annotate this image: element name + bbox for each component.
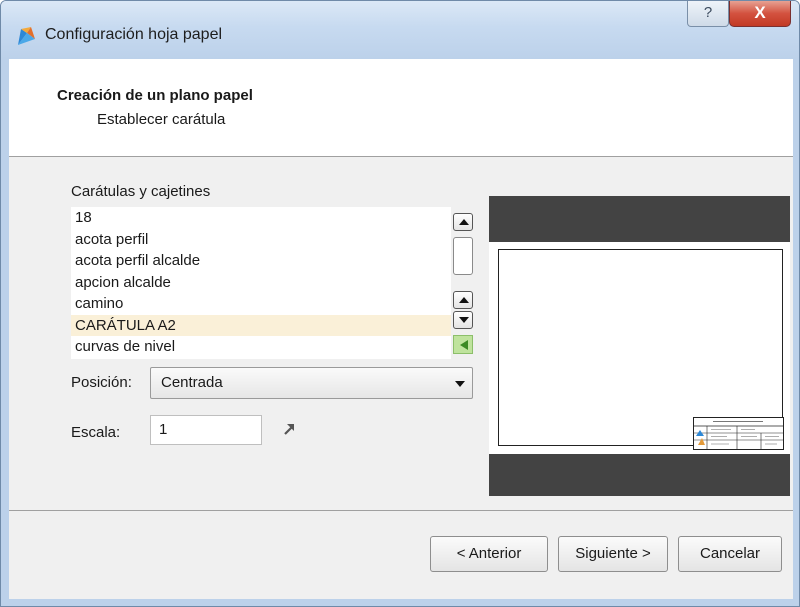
back-button[interactable]: < Anterior <box>430 536 548 572</box>
wizard-footer: < Anterior Siguiente > Cancelar <box>9 510 793 606</box>
templates-scrollbar[interactable] <box>451 207 477 359</box>
scale-input[interactable]: 1 <box>150 415 262 445</box>
app-icon <box>15 25 37 47</box>
title-bar: Configuración hoja papel ? X <box>1 1 799 59</box>
window-frame-right <box>793 59 799 606</box>
scroll-up-button-2[interactable] <box>453 291 473 309</box>
window-frame-bottom <box>9 599 793 606</box>
list-item[interactable]: acota perfil <box>71 229 451 251</box>
chevron-up-icon <box>459 219 469 225</box>
list-item[interactable]: acota perfil alcalde <box>71 250 451 272</box>
list-item[interactable]: apcion alcalde <box>71 272 451 294</box>
preview-sheet <box>489 242 790 454</box>
chevron-down-icon <box>455 381 465 387</box>
scroll-thumb[interactable] <box>453 237 473 275</box>
list-item[interactable]: camino <box>71 293 451 315</box>
triangle-left-icon <box>460 340 468 350</box>
arrow-up-right-icon[interactable] <box>281 421 297 437</box>
window-title: Configuración hoja papel <box>45 26 223 43</box>
help-button[interactable]: ? <box>687 1 729 27</box>
chevron-up-icon <box>459 297 469 303</box>
list-item[interactable]: 18 <box>71 207 451 229</box>
dialog-window: Configuración hoja papel ? X Creación de… <box>0 0 800 607</box>
wizard-header: Creación de un plano papel Establecer ca… <box>9 59 793 157</box>
title-block-thumbnail <box>693 417 784 450</box>
templates-list[interactable]: 18 acota perfil acota perfil alcalde apc… <box>71 207 451 359</box>
position-label: Posición: <box>71 374 132 391</box>
chevron-down-icon <box>459 317 469 323</box>
green-arrow-button[interactable] <box>453 335 473 354</box>
list-item-selected[interactable]: CARÁTULA A2 <box>71 314 451 336</box>
scroll-down-button[interactable] <box>453 311 473 329</box>
templates-label: Carátulas y cajetines <box>71 183 211 200</box>
scroll-up-button[interactable] <box>453 213 473 231</box>
close-button[interactable]: X <box>729 1 791 27</box>
wizard-content: Carátulas y cajetines 18 acota perfil ac… <box>9 158 793 510</box>
template-preview <box>489 196 790 496</box>
page-subtitle: Establecer carátula <box>97 111 226 128</box>
position-select[interactable]: Centrada <box>150 367 473 399</box>
list-item[interactable]: curvas de nivel <box>71 336 451 358</box>
position-value: Centrada <box>161 374 223 391</box>
next-button[interactable]: Siguiente > <box>558 536 668 572</box>
window-frame-left <box>1 59 9 606</box>
cancel-button[interactable]: Cancelar <box>678 536 782 572</box>
page-title: Creación de un plano papel <box>57 87 253 104</box>
scale-label: Escala: <box>71 424 121 441</box>
